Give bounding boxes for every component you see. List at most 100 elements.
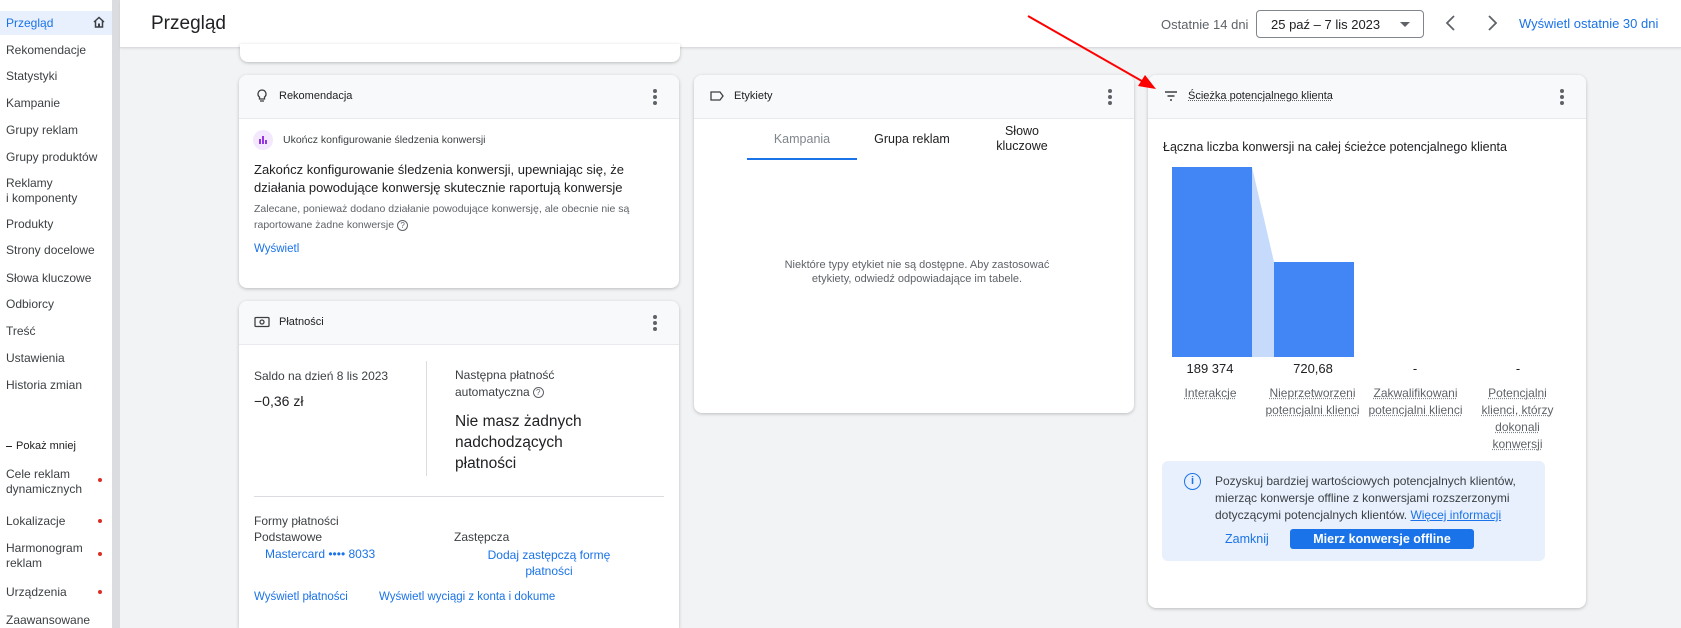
dropdown-caret-icon [1400,22,1410,27]
sidebar-item-ads-assets[interactable]: Reklamy i komponenty [0,176,112,206]
add-alternate-method-link[interactable]: Dodaj zastępczą formę płatności [469,547,629,579]
payment-methods-label: Formy płatności [254,514,339,528]
more-options-icon[interactable] [1108,89,1112,105]
sidebar-item-overview[interactable]: Przegląd [0,11,112,35]
labels-card: Etykiety Kampania Grupa reklam Słowo klu… [694,75,1134,413]
clipped-card [240,44,680,62]
funnel-bar [1274,262,1354,357]
recommendation-card: Rekomendacja Ukończ konfigurowanie śledz… [239,75,679,288]
sidebar-item-label: Reklamy i komponenty [6,176,78,205]
tab-ad-group[interactable]: Grupa reklam [857,124,967,160]
more-options-icon[interactable] [653,315,657,331]
more-options-icon[interactable] [653,89,657,105]
sidebar-item-label: Statystyki [6,69,58,83]
sidebar-item-insights[interactable]: Statystyki [0,69,112,84]
sidebar-item-ad-schedule[interactable]: Harmonogram reklam [0,541,112,571]
sidebar-item-label: Kampanie [6,96,61,110]
sidebar-item-keywords[interactable]: Słowa kluczowe [0,271,112,286]
alert-dot-icon [98,478,102,482]
sidebar-item-devices[interactable]: Urządzenia [0,585,112,600]
view-last-30-days-link[interactable]: Wyświetl ostatnie 30 dni [1519,16,1658,31]
card-header: Rekomendacja [239,75,679,119]
card-title: Płatności [279,316,324,328]
sidebar-item-products[interactable]: Produkty [0,217,112,232]
sidebar-item-label: Rekomendacje [6,43,87,57]
date-range-label: Ostatnie 14 dni [1161,17,1249,32]
funnel-label-raw-leads[interactable]: Nieprzetworzeni potencjalni klienci [1265,385,1360,419]
recommendation-chip-label: Ukończ konfigurowanie śledzenia konwersj… [283,134,486,146]
sidebar-item-audiences[interactable]: Odbiorcy [0,297,112,312]
sidebar-item-landing-pages[interactable]: Strony docelowe [0,243,112,258]
sidebar-item-change-history[interactable]: Historia zmian [0,378,112,393]
sidebar-item-settings[interactable]: Ustawienia [0,351,112,366]
show-less-label: Pokaż mniej [16,440,76,452]
next-period-icon[interactable] [1482,13,1502,33]
chart-bars-icon [253,130,273,150]
divider [254,496,664,497]
sidebar-item-label: Produkty [6,217,54,231]
previous-period-icon[interactable] [1441,13,1461,33]
recommendation-description: Zalecane, ponieważ dodano działanie powo… [254,201,664,233]
sidebar-item-label: Historia zmian [6,378,83,392]
sidebar-scrollbar[interactable] [112,0,120,628]
tab-keyword[interactable]: Słowo kluczowe [967,124,1077,160]
payments-card: Płatności Saldo na dzień 8 lis 2023 −0,3… [239,301,679,628]
info-icon: i [1184,473,1201,490]
tab-campaign[interactable]: Kampania [747,124,857,160]
top-header: Przegląd Ostatnie 14 dni 25 paź – 7 lis … [120,0,1681,48]
close-banner-button[interactable]: Zamknij [1225,532,1269,546]
banner-text: Pozyskuj bardziej wartościowych potencja… [1215,473,1535,524]
minus-icon [6,445,12,447]
view-recommendation-link[interactable]: Wyświetl [254,243,299,255]
learn-more-link[interactable]: Więcej informacji [1410,508,1501,522]
sidebar-item-label: Słowa kluczowe [6,271,92,285]
alternate-method-label: Zastępcza [454,530,510,544]
sidebar-item-label: Strony docelowe [6,243,95,257]
sidebar-item-label: Grupy reklam [6,123,79,137]
sidebar-item-locations[interactable]: Lokalizacje [0,514,112,529]
sidebar-item-campaigns[interactable]: Kampanie [0,96,112,111]
help-icon[interactable]: ? [532,387,544,399]
sidebar-item-label: Ustawienia [6,351,65,365]
next-payment-value: Nie masz żadnych nadchodzących płatności [455,413,582,472]
alert-dot-icon [98,552,102,556]
alert-dot-icon [98,590,102,594]
sidebar-item-label: Lokalizacje [6,514,66,528]
divider [426,361,427,476]
funnel-label-converted-leads[interactable]: Potencjalni klienci, którzy dokonali kon… [1470,385,1565,453]
view-payments-link[interactable]: Wyświetl płatności [254,591,348,603]
sidebar-item-label: Urządzenia [6,585,67,599]
sidebar-item-ad-groups[interactable]: Grupy reklam [0,123,112,138]
next-payment-label: Następna płatność automatyczna? [455,367,585,401]
funnel-value-qualified-leads: - [1412,361,1418,376]
funnel-connector [1252,167,1274,357]
sidebar-item-product-groups[interactable]: Grupy produktów [0,150,112,165]
alert-dot-icon [98,519,102,523]
view-statements-link[interactable]: Wyświetl wyciągi z konta i dokume [379,591,565,603]
help-icon[interactable]: ? [397,219,409,231]
funnel-value-interactions: 189 374 [1186,361,1234,376]
date-range-select[interactable]: 25 paź – 7 lis 2023 [1256,10,1424,38]
sidebar-item-label: Cele reklam dynamicznych [6,467,83,496]
balance-value: −0,36 zł [254,393,304,409]
sidebar-item-content[interactable]: Treść [0,324,112,339]
funnel-label-interactions[interactable]: Interakcje [1163,385,1258,402]
sidebar-item-recommendations[interactable]: Rekomendacje [0,43,112,58]
funnel-label-qualified-leads[interactable]: Zakwalifikowani potencjalni klienci [1368,385,1463,419]
sidebar-item-label: Treść [6,324,36,338]
sidebar-item-label: Przegląd [6,16,54,30]
sidebar-item-advanced[interactable]: Zaawansowane [0,613,112,628]
card-header: Płatności [239,301,679,345]
card-title: Rekomendacja [279,90,353,102]
sidebar: Przegląd Rekomendacje Statystyki Kampani… [0,0,120,628]
sidebar-item-dynamic-ad-targets[interactable]: Cele reklam dynamicznych [0,467,112,497]
show-less-toggle[interactable]: Pokaż mniej [0,440,76,452]
primary-method-label: Podstawowe [254,530,323,544]
primary-card-link[interactable]: Mastercard •••• 8033 [265,547,375,561]
offline-conversions-banner: i Pozyskuj bardziej wartościowych potenc… [1162,461,1545,561]
card-header: Etykiety [694,75,1134,119]
sidebar-item-label: Harmonogram reklam [6,541,83,570]
lead-funnel-card: Ścieżka potencjalnego klienta Łączna lic… [1148,75,1586,608]
funnel-value-converted-leads: - [1515,361,1521,376]
measure-offline-conversions-button[interactable]: Mierz konwersje offline [1290,529,1474,549]
